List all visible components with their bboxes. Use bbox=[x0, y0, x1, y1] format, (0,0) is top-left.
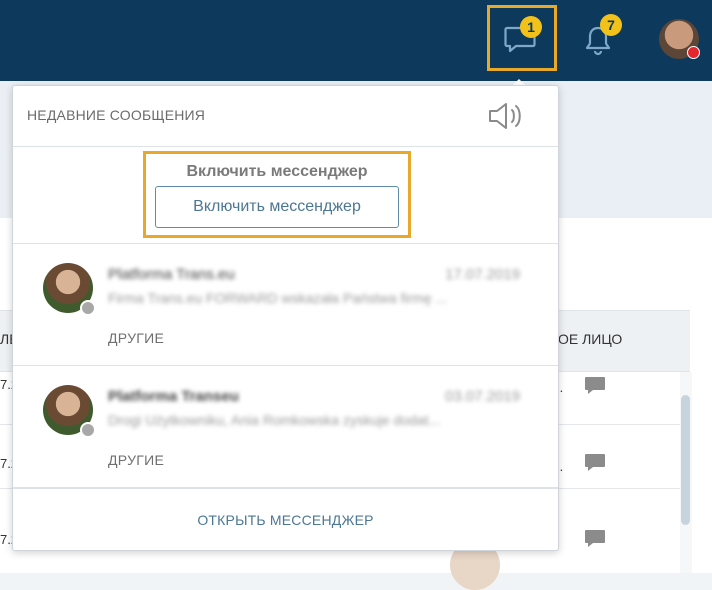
messages-count-badge: 1 bbox=[520, 16, 542, 38]
chat-icon[interactable] bbox=[584, 376, 606, 396]
table-header-contact-person: ОЕ ЛИЦО bbox=[558, 331, 623, 347]
message-item[interactable]: Platforma Transeu 03.07.2019 Drogi Użytk… bbox=[13, 366, 558, 487]
messenger-button[interactable]: 1 bbox=[487, 5, 557, 71]
enable-messenger-section: Включить мессенджер Включить мессенджер bbox=[143, 151, 411, 238]
status-indicator bbox=[687, 46, 700, 59]
open-messenger-link[interactable]: ОТКРЫТЬ МЕССЕНДЖЕР bbox=[13, 512, 558, 528]
enable-messenger-heading: Включить мессенджер bbox=[186, 163, 368, 180]
enable-messenger-button[interactable]: Включить мессенджер bbox=[155, 186, 399, 228]
message-item[interactable]: Platforma Trans.eu 17.07.2019 Firma Tran… bbox=[13, 244, 558, 365]
message-sender: Platforma Transeu bbox=[108, 388, 239, 405]
offline-status-dot bbox=[80, 422, 96, 438]
offline-status-dot bbox=[80, 300, 96, 316]
divider bbox=[13, 146, 558, 147]
message-category: ДРУГИЕ bbox=[108, 452, 165, 468]
notifications-button[interactable]: 7 bbox=[575, 10, 645, 76]
message-date: 03.07.2019 bbox=[445, 388, 521, 405]
message-sender: Platforma Trans.eu bbox=[108, 266, 235, 283]
message-date: 17.07.2019 bbox=[445, 266, 521, 283]
divider bbox=[13, 487, 558, 489]
sound-toggle-icon[interactable] bbox=[487, 100, 525, 132]
message-category: ДРУГИЕ bbox=[108, 330, 165, 346]
chat-icon[interactable] bbox=[584, 453, 606, 473]
panel-title: НЕДАВНИЕ СООБЩЕНИЯ bbox=[27, 107, 206, 123]
message-preview: Firma Trans.eu FORWARD wskazała Państwa … bbox=[108, 290, 448, 306]
scrollbar-thumb[interactable] bbox=[681, 395, 690, 525]
notifications-count-badge: 7 bbox=[600, 14, 622, 36]
recent-messages-dropdown: НЕДАВНИЕ СООБЩЕНИЯ Включить мессенджер В… bbox=[12, 85, 559, 551]
message-preview: Drogi Użytkowniku, Ania Romkowska zyskuj… bbox=[108, 412, 441, 428]
chat-icon[interactable] bbox=[584, 529, 606, 549]
